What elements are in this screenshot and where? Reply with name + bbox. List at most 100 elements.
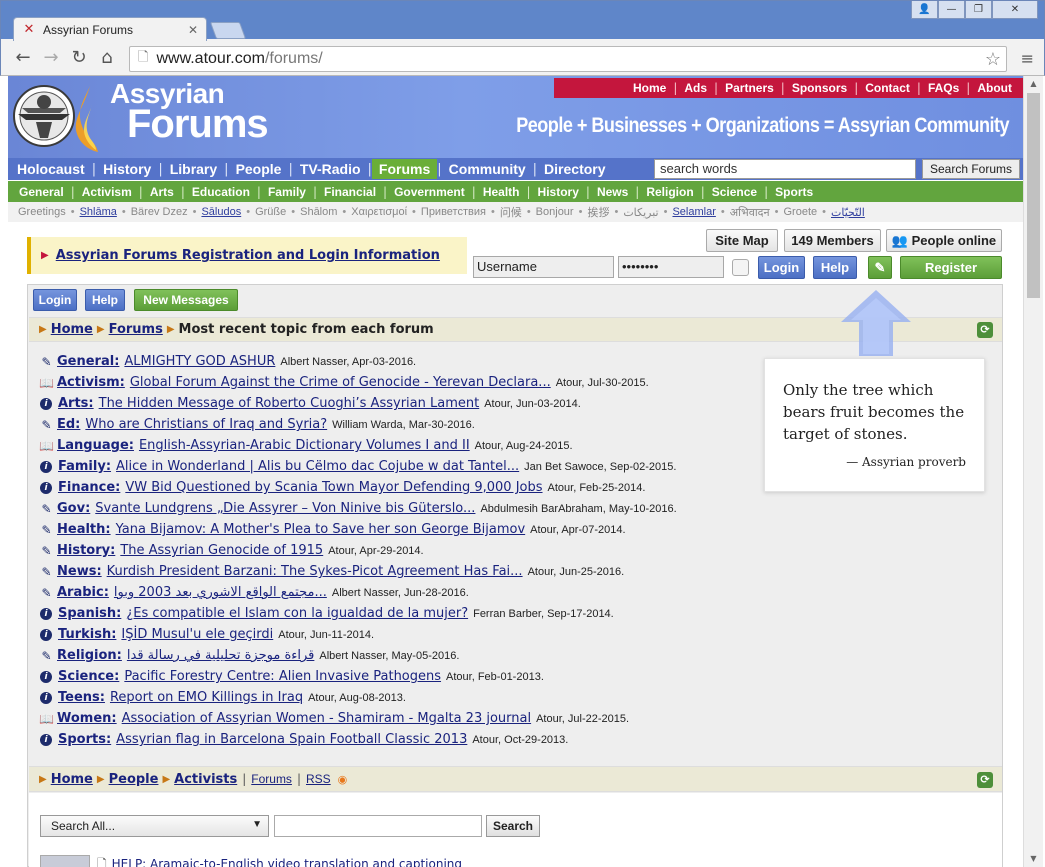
greeting-link[interactable]: Selamlar — [672, 206, 715, 218]
assyrian-emblem-icon[interactable] — [12, 80, 102, 154]
site-search-input[interactable]: search words — [654, 159, 916, 179]
browser-menu-icon[interactable]: ≡ — [1021, 49, 1034, 68]
register-button[interactable]: Register — [900, 256, 1002, 279]
topic-title-link[interactable]: قراءة موجزة تحليلية في رسالة قدا — [127, 648, 314, 663]
cat-financial[interactable]: Financial — [317, 185, 383, 199]
topic-forum-link[interactable]: Arts: — [58, 396, 94, 411]
topic-title-link[interactable]: ¿Es compatible el Islam con la igualdad … — [126, 606, 468, 621]
new-messages-button[interactable]: New Messages — [134, 289, 238, 311]
greeting-link[interactable]: التّحيّات — [831, 206, 865, 219]
people-online-button[interactable]: 👥 People online — [886, 229, 1002, 252]
forum-search-input[interactable] — [274, 815, 482, 837]
cat-arts[interactable]: Arts — [143, 185, 181, 199]
topic-title-link[interactable]: Yana Bijamov: A Mother's Plea to Save he… — [116, 522, 526, 537]
greeting-link[interactable]: Sāludos — [201, 206, 241, 218]
topic-title-link[interactable]: Report on EMO Killings in Iraq — [110, 690, 303, 705]
video-thumbnail[interactable] — [40, 855, 90, 867]
topic-title-link[interactable]: Who are Christians of Iraq and Syria? — [85, 417, 327, 432]
topic-forum-link[interactable]: Spanish: — [58, 606, 121, 621]
mainnav-directory[interactable]: Directory — [537, 159, 612, 179]
home-icon[interactable]: ⌂ — [93, 47, 121, 68]
help-button[interactable]: Help — [813, 256, 857, 279]
back-icon[interactable]: ← — [9, 47, 37, 68]
topnav-sponsors-link[interactable]: Sponsors — [785, 81, 854, 95]
topic-title-link[interactable]: Kurdish President Barzani: The Sykes-Pic… — [107, 564, 523, 579]
tab-close-icon[interactable]: ✕ — [188, 23, 198, 37]
topic-forum-link[interactable]: Sports: — [58, 732, 111, 747]
topnav-home-link[interactable]: Home — [626, 81, 673, 95]
topic-forum-link[interactable]: Activism: — [57, 375, 125, 390]
topic-title-link[interactable]: The Assyrian Genocide of 1915 — [120, 543, 323, 558]
new-tab-button[interactable] — [209, 22, 247, 39]
topic-title-link[interactable]: The Hidden Message of Roberto Cuoghi’s A… — [99, 396, 480, 411]
registration-info-link[interactable]: Assyrian Forums Registration and Login I… — [56, 248, 440, 263]
topnav-partners-link[interactable]: Partners — [718, 81, 781, 95]
topic-title-link[interactable]: ALMIGHTY GOD ASHUR — [124, 354, 275, 369]
breadcrumb-forums[interactable]: Forums — [109, 322, 163, 337]
cat-activism[interactable]: Activism — [75, 185, 139, 199]
minimize-button[interactable]: — — [938, 1, 965, 19]
topic-title-link[interactable]: مجتمع الواقع الاشوري بعد 2003 وبوا... — [114, 585, 327, 600]
topic-forum-link[interactable]: Religion: — [57, 648, 122, 663]
cat-religion[interactable]: Religion — [639, 185, 700, 199]
panel-login-button[interactable]: Login — [33, 289, 77, 311]
topic-forum-link[interactable]: Arabic: — [57, 585, 109, 600]
reload-icon[interactable]: ↻ — [65, 47, 93, 68]
breadcrumb-home[interactable]: Home — [51, 322, 93, 337]
help-topic-link[interactable]: 🗋 HELP: Aramaic-to-English video translat… — [97, 855, 462, 867]
scroll-up-icon[interactable]: ▲ — [1024, 76, 1043, 92]
topic-forum-link[interactable]: Family: — [58, 459, 111, 474]
cat-family[interactable]: Family — [261, 185, 313, 199]
mainnav-library[interactable]: Library — [163, 159, 224, 179]
rss-link[interactable]: RSS — [306, 772, 331, 786]
username-field[interactable]: Username — [473, 256, 614, 278]
forward-icon[interactable]: → — [37, 47, 65, 68]
topic-title-link[interactable]: Svante Lundgrens „Die Assyrer – Von Nini… — [95, 501, 475, 516]
topnav-contact-link[interactable]: Contact — [858, 81, 917, 95]
address-bar[interactable]: 🗋 www.atour.com/forums/ ☆ — [129, 46, 1007, 72]
cat-education[interactable]: Education — [185, 185, 257, 199]
site-map-button[interactable]: Site Map — [706, 229, 778, 252]
forums-link[interactable]: Forums — [251, 772, 292, 786]
topnav-ads-link[interactable]: Ads — [677, 81, 714, 95]
topic-forum-link[interactable]: Finance: — [58, 480, 120, 495]
search-scope-select[interactable]: Search All... ▼ — [40, 815, 269, 837]
profile-button[interactable]: 👤 — [911, 1, 938, 19]
members-button[interactable]: 149 Members — [784, 229, 881, 252]
breadcrumb2-home[interactable]: Home — [51, 772, 93, 787]
topic-forum-link[interactable]: Health: — [57, 522, 111, 537]
topic-forum-link[interactable]: General: — [57, 354, 119, 369]
page-scrollbar[interactable]: ▲ ▼ — [1023, 76, 1043, 867]
topic-title-link[interactable]: VW Bid Questioned by Scania Town Mayor D… — [125, 480, 542, 495]
bookmark-star-icon[interactable]: ☆ — [985, 49, 1001, 70]
mainnav-history[interactable]: History — [96, 159, 158, 179]
scroll-down-icon[interactable]: ▼ — [1024, 851, 1043, 867]
cat-general[interactable]: General — [12, 185, 71, 199]
mainnav-tv-radio[interactable]: TV-Radio — [293, 159, 368, 179]
topnav-about-link[interactable]: About — [970, 81, 1019, 95]
language-button[interactable]: ✎ — [868, 256, 892, 279]
cat-news[interactable]: News — [590, 185, 635, 199]
cat-history[interactable]: History — [531, 185, 586, 199]
browser-tab[interactable]: ✕ Assyrian Forums ✕ — [13, 17, 207, 41]
topic-forum-link[interactable]: Science: — [58, 669, 119, 684]
close-window-button[interactable]: ✕ — [992, 1, 1038, 19]
logo-title-forums[interactable]: Forums — [127, 102, 269, 147]
search-forums-button[interactable]: Search Forums — [922, 159, 1020, 179]
topic-title-link[interactable]: Assyrian flag in Barcelona Spain Footbal… — [116, 732, 467, 747]
rss-icon[interactable]: ◉ — [338, 773, 348, 786]
mainnav-holocaust[interactable]: Holocaust — [10, 159, 92, 179]
topic-title-link[interactable]: IŞİD Musul'u ele geçirdi — [121, 627, 273, 642]
topic-forum-link[interactable]: Gov: — [57, 501, 90, 516]
topic-forum-link[interactable]: History: — [57, 543, 115, 558]
topic-forum-link[interactable]: Language: — [57, 438, 134, 453]
topic-title-link[interactable]: Association of Assyrian Women - Shamiram… — [122, 711, 531, 726]
maximize-button[interactable]: ❐ — [965, 1, 992, 19]
remember-me-checkbox[interactable] — [732, 259, 749, 276]
mainnav-people[interactable]: People — [229, 159, 289, 179]
topic-title-link[interactable]: Alice in Wonderland | Alis bu Cëlmo dac … — [116, 459, 519, 474]
topic-forum-link[interactable]: Teens: — [58, 690, 105, 705]
cat-government[interactable]: Government — [387, 185, 472, 199]
panel-help-button[interactable]: Help — [85, 289, 125, 311]
refresh-icon[interactable]: ⟳ — [977, 772, 993, 788]
